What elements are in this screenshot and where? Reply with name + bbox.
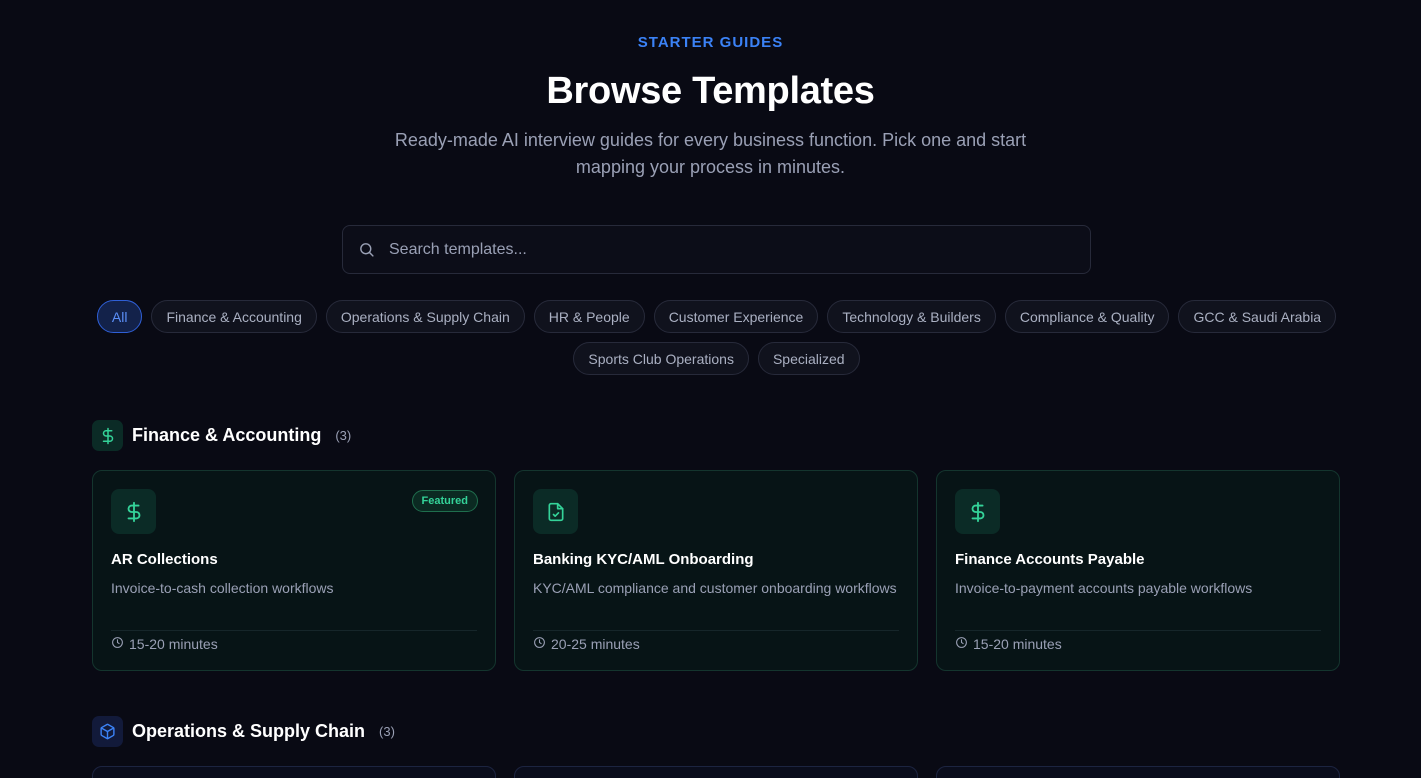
section-header-finance: Finance & Accounting (3)	[92, 420, 351, 451]
search-icon	[357, 241, 375, 259]
clock-icon	[533, 636, 546, 652]
filter-chip-technology[interactable]: Technology & Builders	[827, 300, 996, 333]
template-card-ar-collections[interactable]: Featured AR Collections Invoice-to-cash …	[92, 470, 496, 671]
section-title: Finance & Accounting	[132, 425, 322, 445]
dollar-icon	[111, 489, 156, 534]
box-icon	[92, 716, 123, 747]
eyebrow-label: STARTER GUIDES	[637, 34, 784, 51]
card-duration-label: 15-20 minutes	[129, 636, 218, 652]
filter-chip-finance[interactable]: Finance & Accounting	[151, 300, 317, 333]
filter-chip-specialized[interactable]: Specialized	[757, 342, 860, 375]
dollar-icon	[955, 489, 1000, 534]
card-divider	[533, 630, 899, 631]
search-box[interactable]	[342, 225, 1091, 274]
clock-icon	[111, 636, 124, 652]
section-count: (3)	[335, 428, 352, 443]
template-card-accounts-payable[interactable]: Finance Accounts Payable Invoice-to-paym…	[936, 470, 1340, 671]
card-duration: 20-25 minutes	[533, 636, 640, 652]
page-title: Browse Templates	[546, 70, 875, 112]
card-divider	[111, 630, 477, 631]
card-description: Invoice-to-payment accounts payable work…	[955, 580, 1253, 596]
filter-chip-sports-club[interactable]: Sports Club Operations	[573, 342, 749, 375]
template-card-partial[interactable]	[936, 766, 1340, 778]
card-description: Invoice-to-cash collection workflows	[111, 580, 334, 596]
operations-card-grid	[92, 766, 1340, 778]
filter-chip-gcc[interactable]: GCC & Saudi Arabia	[1178, 300, 1337, 333]
card-title: Finance Accounts Payable	[955, 551, 1145, 568]
templates-page: STARTER GUIDES Browse Templates Ready-ma…	[0, 0, 1421, 778]
card-divider	[955, 630, 1321, 631]
page-subtitle: Ready-made AI interview guides for every…	[394, 130, 1027, 177]
filter-chip-compliance[interactable]: Compliance & Quality	[1004, 300, 1170, 333]
file-check-icon	[533, 489, 578, 534]
card-description: KYC/AML compliance and customer onboardi…	[533, 580, 897, 596]
card-title: Banking KYC/AML Onboarding	[533, 551, 754, 568]
search-input[interactable]	[389, 226, 1090, 273]
section-count: (3)	[379, 724, 395, 739]
filter-chip-all[interactable]: All	[96, 300, 143, 333]
filter-chip-hr[interactable]: HR & People	[533, 300, 645, 333]
card-duration-label: 15-20 minutes	[973, 636, 1062, 652]
section-title: Operations & Supply Chain	[132, 721, 366, 741]
filter-chip-operations[interactable]: Operations & Supply Chain	[325, 300, 525, 333]
finance-card-grid: Featured AR Collections Invoice-to-cash …	[92, 470, 1340, 671]
featured-badge: Featured	[411, 490, 478, 512]
section-header-operations: Operations & Supply Chain (3)	[92, 716, 395, 747]
card-duration-label: 20-25 minutes	[551, 636, 640, 652]
filter-chip-customer-experience[interactable]: Customer Experience	[653, 300, 819, 333]
category-filters: All Finance & Accounting Operations & Su…	[92, 300, 1341, 375]
card-duration: 15-20 minutes	[955, 636, 1062, 652]
clock-icon	[955, 636, 968, 652]
card-duration: 15-20 minutes	[111, 636, 218, 652]
card-title: AR Collections	[111, 551, 218, 568]
template-card-banking-kyc[interactable]: Banking KYC/AML Onboarding KYC/AML compl…	[514, 470, 918, 671]
template-card-partial[interactable]	[514, 766, 918, 778]
dollar-icon	[92, 420, 123, 451]
template-card-partial[interactable]	[92, 766, 496, 778]
